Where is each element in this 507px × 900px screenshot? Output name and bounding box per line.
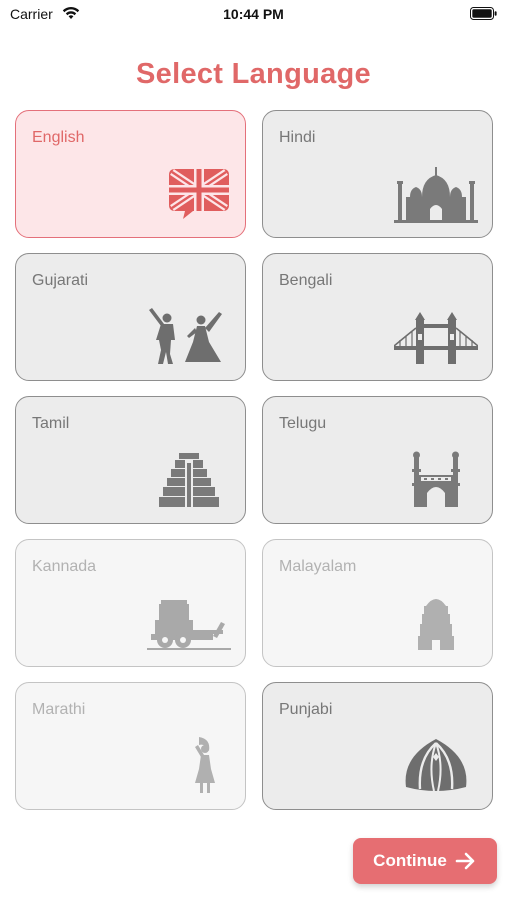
status-time: 10:44 PM bbox=[223, 6, 284, 22]
language-label: Gujarati bbox=[32, 272, 89, 289]
language-label: Bengali bbox=[279, 272, 333, 289]
language-card-marathi[interactable]: Marathi bbox=[15, 682, 246, 810]
language-label: Telugu bbox=[279, 415, 327, 432]
continue-button[interactable]: Continue bbox=[353, 838, 497, 884]
garba-dancers-icon bbox=[147, 306, 231, 368]
kerala-temple-icon bbox=[394, 592, 478, 654]
bridge-icon bbox=[394, 306, 478, 368]
language-card-tamil[interactable]: Tamil bbox=[15, 396, 246, 524]
status-bar: Carrier 10:44 PM bbox=[0, 0, 507, 30]
language-card-kannada[interactable]: Kannada bbox=[15, 539, 246, 667]
language-card-hindi[interactable]: Hindi bbox=[262, 110, 493, 238]
language-card-english[interactable]: English bbox=[15, 110, 246, 238]
language-label: English bbox=[32, 129, 85, 146]
continue-label: Continue bbox=[373, 851, 447, 870]
language-label: Hindi bbox=[279, 129, 316, 146]
arrow-right-icon bbox=[455, 852, 477, 870]
lavani-dancer-icon bbox=[147, 735, 231, 797]
language-grid: English Hindi Gujarati Bengali Tamil Tel… bbox=[15, 110, 493, 812]
battery-icon bbox=[470, 7, 497, 20]
language-card-punjabi[interactable]: Punjabi bbox=[262, 682, 493, 810]
language-label: Tamil bbox=[32, 415, 70, 432]
language-label: Punjabi bbox=[279, 701, 333, 718]
language-card-telugu[interactable]: Telugu bbox=[262, 396, 493, 524]
language-card-bengali[interactable]: Bengali bbox=[262, 253, 493, 381]
language-card-malayalam[interactable]: Malayalam bbox=[262, 539, 493, 667]
page-title: Select Language bbox=[136, 58, 371, 90]
temple-gopuram-icon bbox=[147, 449, 231, 511]
turban-icon bbox=[394, 735, 478, 797]
taj-mahal-icon bbox=[394, 163, 478, 225]
language-label: Malayalam bbox=[279, 558, 357, 575]
language-card-gujarati[interactable]: Gujarati bbox=[15, 253, 246, 381]
charminar-icon bbox=[394, 449, 478, 511]
uk-flag-bubble-icon bbox=[147, 163, 231, 225]
language-label: Kannada bbox=[32, 558, 97, 575]
language-label: Marathi bbox=[32, 701, 86, 718]
stone-chariot-icon bbox=[147, 592, 231, 654]
